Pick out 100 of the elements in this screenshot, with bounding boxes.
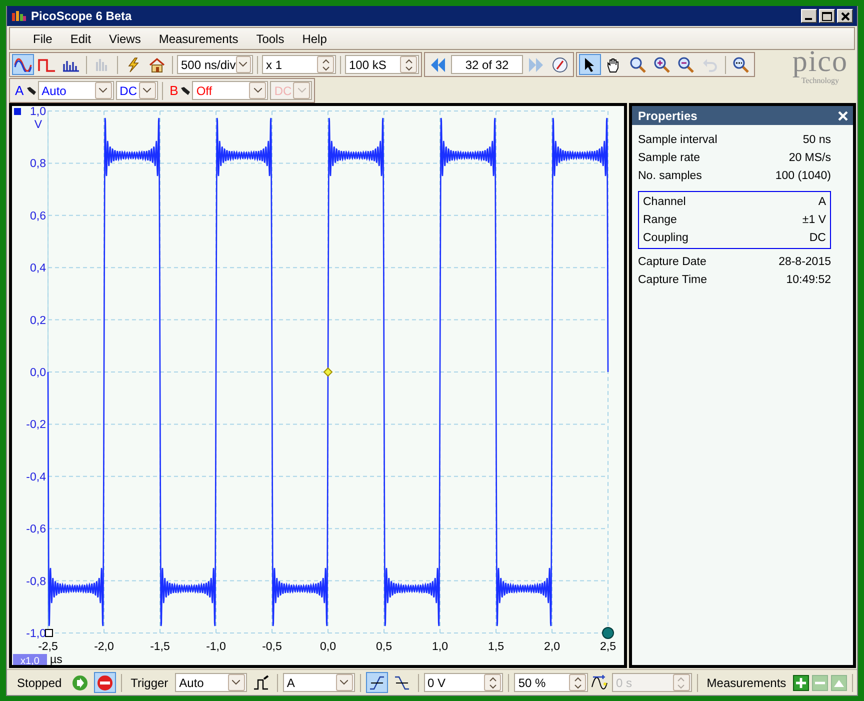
threshold-spinbox[interactable]: 0 V xyxy=(424,673,504,692)
minimize-button[interactable] xyxy=(801,9,817,23)
ruler-handle-icon[interactable] xyxy=(45,629,53,637)
property-value: 100 (1040) xyxy=(775,170,831,182)
ruler-handle-icon[interactable] xyxy=(602,627,614,639)
plus-icon xyxy=(796,678,806,688)
property-label: Range xyxy=(643,214,677,226)
channel-label[interactable]: A xyxy=(12,83,25,98)
zoom-badge: x1,0 xyxy=(13,654,47,665)
spinner-icon xyxy=(322,58,330,72)
trigger-channel-dropdown[interactable]: A xyxy=(282,673,355,692)
y-axis-label: 0,8 xyxy=(30,158,46,170)
logo-tagline: Technology xyxy=(801,76,839,84)
sine-wave-icon xyxy=(14,58,32,72)
x-axis-label: 2,0 xyxy=(544,641,560,653)
menu-item[interactable]: Views xyxy=(100,32,150,46)
x-axis-label: -2,0 xyxy=(94,641,114,653)
y-axis-label: 0,6 xyxy=(30,210,46,222)
property-value: A xyxy=(818,196,826,208)
pulse-icon xyxy=(38,58,56,72)
property-value: ±1 V xyxy=(802,214,826,226)
menu-item[interactable]: Edit xyxy=(61,32,100,46)
y-axis-label: -0,4 xyxy=(26,471,46,484)
spinner-icon xyxy=(488,676,497,690)
menu-item[interactable]: Tools xyxy=(247,32,294,46)
menu-item[interactable]: File xyxy=(24,32,62,46)
add-measurement-button[interactable] xyxy=(793,674,810,690)
coupling-dropdown[interactable]: DC xyxy=(116,81,158,100)
close-icon[interactable] xyxy=(838,110,848,120)
property-label: No. samples xyxy=(638,170,702,182)
x-axis-label: 2,5 xyxy=(600,641,616,653)
magnifier-icon xyxy=(630,56,646,72)
close-icon xyxy=(840,12,850,20)
caret-icon xyxy=(239,62,248,67)
y-axis-label: 0,0 xyxy=(30,367,46,379)
y-axis-label: -0,8 xyxy=(26,576,46,588)
x-axis-label: 0,5 xyxy=(376,641,392,653)
magnifier-icon xyxy=(733,56,749,72)
stop-button[interactable] xyxy=(94,672,116,693)
x-axis-label: -1,5 xyxy=(150,641,170,653)
rising-edge-button[interactable] xyxy=(366,672,388,693)
status-text: Stopped xyxy=(16,676,63,690)
maximize-icon xyxy=(822,12,832,20)
spinner-icon xyxy=(574,676,582,690)
home-icon xyxy=(149,56,165,72)
trigger-marker-icon[interactable] xyxy=(323,367,333,377)
property-label: Sample interval xyxy=(638,134,718,146)
zoom-spinbox[interactable]: x 1 xyxy=(262,55,336,74)
panel-title: Properties xyxy=(638,108,698,122)
play-icon xyxy=(72,674,88,690)
spinner-icon xyxy=(404,58,412,72)
timebase-dropdown[interactable]: 500 ns/div xyxy=(177,55,253,74)
property-label: Coupling xyxy=(643,232,688,244)
property-value: 28-8-2015 xyxy=(778,256,831,268)
rewind-icon xyxy=(430,56,446,72)
trigger-label: Trigger xyxy=(130,676,170,690)
property-value: 20 MS/s xyxy=(788,152,831,164)
logo-wordmark: pico xyxy=(792,46,848,76)
range-dropdown[interactable]: Auto xyxy=(38,81,114,100)
zoom-in-icon xyxy=(654,56,670,72)
y-axis-label: 0,2 xyxy=(30,314,46,327)
property-value: 10:49:52 xyxy=(786,274,831,286)
property-label: Capture Date xyxy=(638,256,706,268)
pre-trigger-spinbox[interactable]: 50 % xyxy=(514,673,588,692)
caret-icon xyxy=(298,88,306,93)
maximize-button[interactable] xyxy=(819,9,835,23)
pointer-tool-button[interactable] xyxy=(579,54,601,75)
samples-spinbox[interactable]: 100 kS xyxy=(345,55,419,74)
capture-position-field[interactable]: 32 of 32 xyxy=(451,55,523,74)
scope-mode-button[interactable] xyxy=(12,54,34,75)
property-value: 50 ns xyxy=(802,134,831,146)
property-value: DC xyxy=(809,232,826,244)
menu-item[interactable]: Help xyxy=(293,32,336,46)
y-axis-unit: V xyxy=(34,119,42,131)
fast-forward-icon xyxy=(528,56,544,72)
range-dropdown[interactable]: Off xyxy=(192,81,268,100)
arrow-cursor-icon xyxy=(584,56,596,72)
channel-marker-icon xyxy=(14,108,21,115)
caret-icon xyxy=(254,88,262,93)
x-axis-label: -0,5 xyxy=(262,641,282,653)
x-axis-label: 1,0 xyxy=(432,641,448,653)
y-axis-label: 1,0 xyxy=(30,106,46,118)
close-button[interactable] xyxy=(837,9,853,23)
property-label: Capture Time xyxy=(638,274,708,286)
caret-icon xyxy=(232,680,240,685)
probe-icon xyxy=(26,86,36,94)
trigger-mode-dropdown[interactable]: Auto xyxy=(175,673,247,692)
pulse-icon xyxy=(252,674,269,690)
caret-icon xyxy=(143,88,152,93)
app-icon xyxy=(11,10,27,22)
x-axis-label: -2,5 xyxy=(38,641,58,653)
zoom-out-icon xyxy=(678,56,694,72)
menu-item[interactable]: Measurements xyxy=(150,32,248,46)
wave-delay-icon[interactable] xyxy=(591,674,610,690)
property-label: Channel xyxy=(643,196,686,208)
caret-icon xyxy=(340,680,348,685)
y-axis-label: -0,2 xyxy=(26,419,46,432)
y-axis-label: -0,6 xyxy=(26,524,46,536)
window-title: PicoScope 6 Beta xyxy=(31,9,133,23)
spinner-icon xyxy=(677,676,686,690)
